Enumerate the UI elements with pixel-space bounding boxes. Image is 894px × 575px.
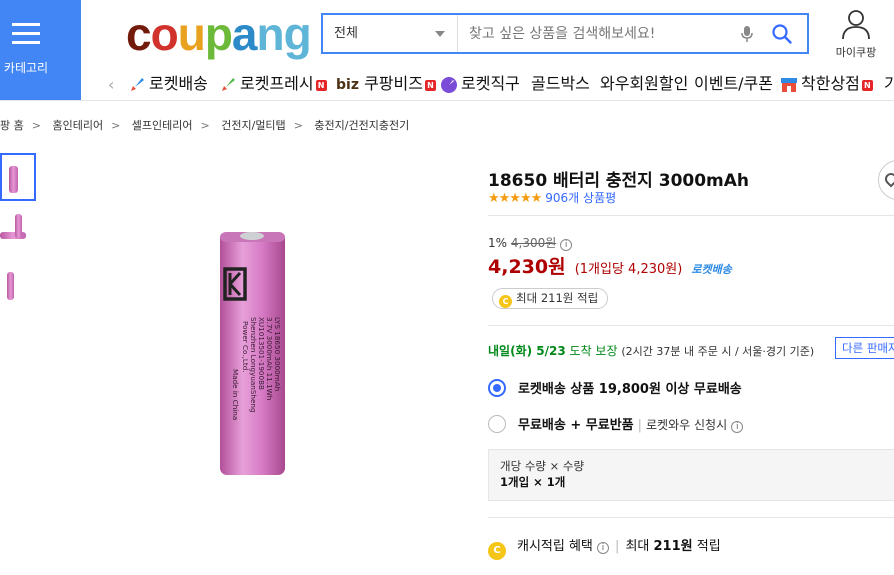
product-thumbnail-3[interactable] xyxy=(0,262,36,310)
share-icon xyxy=(882,170,894,188)
nav-item-rocket-delivery[interactable]: 로켓배송 xyxy=(128,73,208,95)
radio-selected[interactable] xyxy=(488,379,506,397)
new-badge: N xyxy=(315,80,327,91)
info-icon[interactable]: i xyxy=(560,239,573,251)
delivery-detail: (2시간 37분 내 주문 시 / 서울·경기 기준) xyxy=(621,345,815,358)
nav-item-good-store[interactable]: 착한상점 N xyxy=(780,73,873,95)
battery-print-line: Made in China xyxy=(231,369,240,420)
category-menu-button[interactable]: 카테고리 xyxy=(0,0,81,100)
radio-unselected[interactable] xyxy=(488,415,506,433)
search-input[interactable] xyxy=(460,15,720,52)
nav-item-rocket-fresh[interactable]: 로켓프레시 N xyxy=(219,73,327,95)
user-icon xyxy=(842,10,870,40)
breadcrumb-item[interactable]: 충전지/건전지충전기 xyxy=(314,119,409,132)
quantity-box: 개당 수량 × 수량 1개입 × 1개 xyxy=(488,449,894,501)
hamburger-icon xyxy=(12,23,40,45)
share-button[interactable] xyxy=(878,160,894,200)
sale-price-row: 4,230원 (1개입당 4,230원) 로켓배송 xyxy=(488,252,732,279)
divider xyxy=(488,325,894,326)
new-badge: N xyxy=(424,80,436,91)
rocket-icon xyxy=(131,77,144,91)
search-icon[interactable] xyxy=(771,23,793,45)
shipping-option-1[interactable]: 로켓배송 상품 19,800원 이상 무료배송 xyxy=(488,378,742,397)
search-category-select[interactable]: 전체 xyxy=(323,15,458,52)
product-main-image[interactable]: LYS 18650 3000mAh 3.7V 3000mAh 11.1Wh XU… xyxy=(219,229,286,476)
breadcrumb-item[interactable]: 셀프인테리어 xyxy=(132,119,193,132)
breadcrumb-item[interactable]: 팡 홈 xyxy=(0,119,24,132)
delivery-info: 내일(화) 5/23 도착 보장 (2시간 37분 내 주문 시 / 서울·경기… xyxy=(488,342,814,359)
coupang-cash-icon: C xyxy=(499,295,512,308)
new-badge: N xyxy=(861,80,873,91)
info-icon[interactable]: i xyxy=(597,542,610,554)
nav-item-events-coupons[interactable]: 이벤트/쿠폰 xyxy=(694,73,773,95)
product-thumbnail-2[interactable] xyxy=(0,208,36,256)
coupang-logo[interactable]: coupang xyxy=(126,6,312,62)
store-icon xyxy=(781,77,797,92)
nav-item-rocket-global[interactable]: 로켓직구 xyxy=(440,73,520,95)
chevron-down-icon xyxy=(435,31,445,37)
other-sellers-button[interactable]: 다른 판매자 xyxy=(835,337,894,359)
rating-stars: ★★★★★ xyxy=(488,191,542,206)
header-divider xyxy=(0,100,894,101)
chevron-left-icon[interactable]: ‹ xyxy=(108,75,114,94)
mypage-button[interactable]: 마이쿠팡 xyxy=(826,8,886,60)
nav-item-wow-discount[interactable]: 와우회원할인 xyxy=(600,73,688,95)
review-count-link[interactable]: 906개 상품평 xyxy=(545,191,616,205)
quantity-value: 1개입 × 1개 xyxy=(500,475,566,489)
quantity-header: 개당 수량 × 수량 xyxy=(500,459,585,473)
rocket-fresh-icon xyxy=(222,77,235,91)
nav-item-goldbox[interactable]: 골드박스 xyxy=(531,73,590,95)
original-price: 4,300원 xyxy=(510,236,557,250)
nav-item-more[interactable]: 기 xyxy=(884,73,894,95)
product-page: 카테고리 coupang 전체 마이쿠팡 ‹ xyxy=(0,0,894,575)
delivery-guarantee: 도착 보장 xyxy=(569,344,618,358)
unit-price: (1개입당 4,230원) xyxy=(574,262,683,277)
product-rating[interactable]: ★★★★★ 906개 상품평 xyxy=(488,189,616,206)
cash-reward-pill[interactable]: C 최대 211원 적립 xyxy=(492,288,609,309)
divider xyxy=(488,215,894,216)
category-label: 카테고리 xyxy=(3,61,49,75)
biz-icon: biz xyxy=(336,77,359,93)
search-bar: 전체 xyxy=(321,13,809,54)
breadcrumb-item[interactable]: 홈인테리어 xyxy=(52,119,103,132)
delivery-date: 내일(화) 5/23 xyxy=(488,344,566,358)
microphone-icon[interactable] xyxy=(739,25,755,43)
battery-print-line: Power Co.,Ltd. xyxy=(241,321,250,373)
product-title: 18650 배터리 충전지 3000mAh xyxy=(488,171,750,191)
discount-rate: 1% xyxy=(488,236,508,250)
product-thumbnail-1[interactable] xyxy=(0,153,36,201)
cashback-row: C 캐시적립 혜택 i | 최대 211원 적립 xyxy=(488,535,721,560)
breadcrumb-item[interactable]: 건전지/멀티탭 xyxy=(221,119,285,132)
sale-price: 4,230원 xyxy=(488,256,566,278)
nav-item-coupang-biz[interactable]: biz 쿠팡비즈 N xyxy=(336,73,436,95)
rocket-global-icon xyxy=(441,76,457,93)
rocket-delivery-badge: 로켓배송 xyxy=(691,263,732,276)
discount-row: 1% 4,300원 i xyxy=(488,234,573,251)
info-icon[interactable]: i xyxy=(731,421,744,433)
breadcrumb: 팡 홈 > 홈인테리어 > 셀프인테리어 > 건전지/멀티탭 > 충전지/건전지충전기 xyxy=(0,119,410,132)
shipping-option-2[interactable]: 무료배송 + 무료반품 | 로켓와우 신청시 i xyxy=(488,414,744,433)
coupang-cash-icon: C xyxy=(488,542,506,560)
divider xyxy=(488,517,894,518)
